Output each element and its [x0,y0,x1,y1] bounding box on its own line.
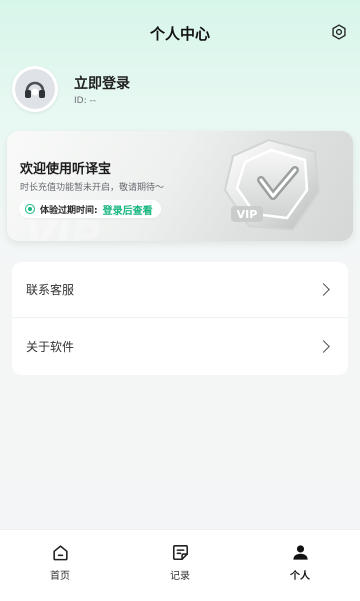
nav-records-label: 记录 [170,571,190,582]
login-link[interactable]: 立即登录 [74,73,130,93]
vip-badge-text: VIP [237,208,258,221]
header: 个人中心 [0,0,360,64]
menu-card: 联系客服 关于软件 [12,262,348,375]
avatar[interactable] [12,66,58,112]
vip-subtitle: 时长充值功能暂未开启，敬请期待～ [20,183,165,193]
vip-card[interactable]: VIP 欢迎使用听译宝 时长充值功能暂未开启，敬请期待～ 体验过期时间: 登录后… [7,131,353,241]
bottom-nav: 首页 记录 个人 [0,529,360,601]
clock-icon [25,204,35,214]
home-icon [50,542,70,562]
chevron-right-icon [317,339,330,353]
nav-home-label: 首页 [50,571,70,582]
headphones-avatar-icon [15,69,55,109]
expire-login-link[interactable]: 登录后查看 [103,202,153,217]
chevron-right-icon [317,283,330,296]
nav-personal-label: 个人 [290,571,310,582]
page-title: 个人中心 [149,25,210,43]
profile-section[interactable]: 立即登录 ID: -- [12,66,348,114]
gear-icon[interactable] [330,23,348,41]
menu-item-label: 关于软件 [26,339,75,354]
expire-pill[interactable]: 体验过期时间: 登录后查看 [19,200,161,218]
person-icon [290,542,310,562]
nav-home[interactable]: 首页 [30,542,90,582]
menu-item-contact-support[interactable]: 联系客服 [12,262,348,318]
menu-item-label: 联系客服 [26,283,75,297]
records-icon [170,542,190,562]
vip-badge-icon: VIP [211,134,335,238]
vip-title: 欢迎使用听译宝 [20,162,112,177]
menu-item-about[interactable]: 关于软件 [12,318,348,374]
user-id: ID: -- [74,96,96,106]
nav-records[interactable]: 记录 [150,542,210,582]
expire-label: 体验过期时间: [40,205,98,216]
nav-personal[interactable]: 个人 [270,542,330,582]
